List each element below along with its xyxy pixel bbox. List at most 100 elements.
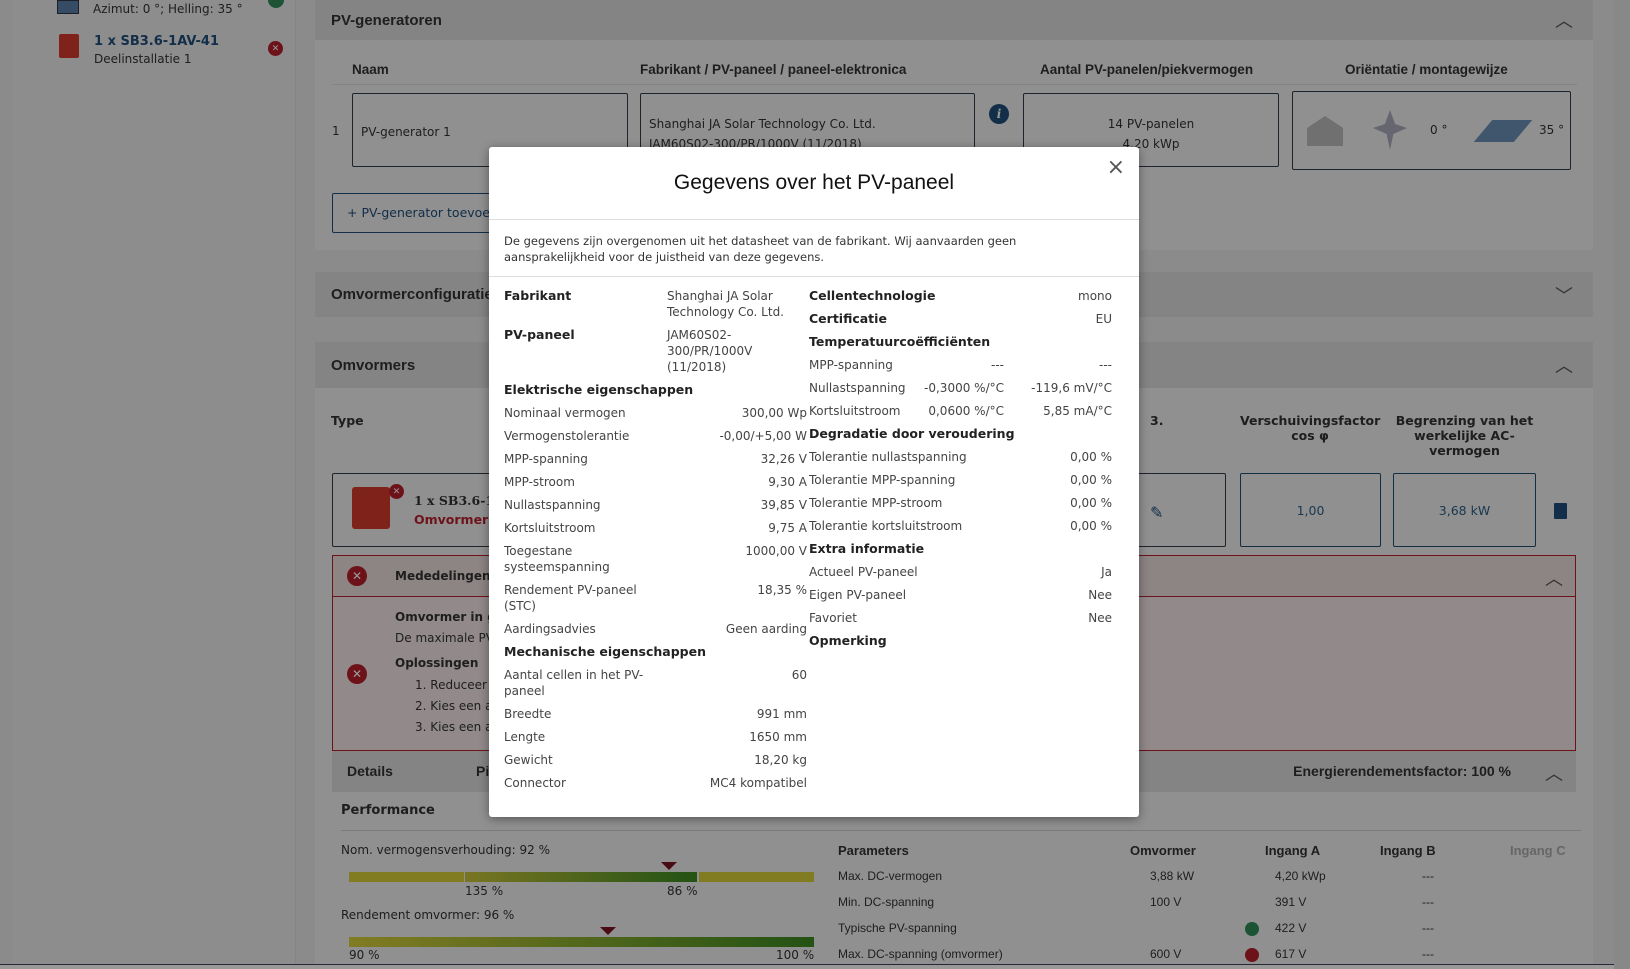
divider	[489, 219, 1139, 220]
row-label: Tolerantie MPP-spanning	[809, 473, 956, 487]
data-row: Kortsluitstroom 9,75 A	[504, 520, 807, 536]
label: Cellentechnologie	[809, 288, 936, 303]
row-value: 60	[791, 668, 807, 682]
row-value: 0,00 %	[1070, 473, 1112, 487]
row-label: Connector	[504, 776, 566, 790]
row-label: Gewicht	[504, 753, 553, 767]
row-label: MPP-stroom	[504, 475, 575, 489]
row-label: MPP-spanning	[504, 452, 588, 466]
row-value: MC4 kompatibel	[709, 776, 807, 790]
value: JAM60S02- 300/PR/1000V (11/2018)	[667, 328, 753, 374]
row-value: 18,35 %	[757, 583, 807, 597]
temp-cell: Kortsluitstroom	[809, 404, 901, 418]
row-label: Kortsluitstroom	[504, 521, 596, 535]
scrollbar[interactable]	[1614, 0, 1630, 969]
close-icon[interactable]: ×	[1107, 155, 1125, 180]
row-label: Rendement PV-paneel (STC)	[504, 583, 637, 613]
temp-cell: ---	[1099, 358, 1112, 372]
row-label: Vermogenstolerantie	[504, 429, 630, 443]
data-row: Favoriet Nee	[809, 610, 1112, 626]
remark-title: Opmerking	[809, 633, 887, 648]
data-row: Tolerantie kortsluitstroom 0,00 %	[809, 518, 1112, 534]
data-row: Tolerantie nullastspanning 0,00 %	[809, 449, 1112, 465]
temp-cell: 5,85 mA/°C	[1043, 404, 1112, 418]
data-row: Nominaal vermogen 300,00 Wp	[504, 405, 807, 421]
row-value: 0,00 %	[1070, 496, 1112, 510]
temp-list: MPP-spanning --- --- Nullastspanning -0,3000…	[809, 357, 1112, 419]
data-row: MPP-spanning 32,26 V	[504, 451, 807, 467]
row-label: Breedte	[504, 707, 552, 721]
data-row: Aardingsadvies Geen aarding	[504, 621, 807, 637]
degradation-title: Degradatie door veroudering	[809, 426, 1015, 441]
row-value: 0,00 %	[1070, 450, 1112, 464]
temp-cell: ---	[991, 358, 1004, 372]
mechanical-list: Aantal cellen in het PV-paneel 60 Breedte 9…	[504, 667, 807, 791]
data-row: Vermogenstolerantie -0,00/+5,00 W	[504, 428, 807, 444]
dialog-title: Gegevens over het PV-paneel	[673, 171, 955, 194]
row-label: Lengte	[504, 730, 546, 744]
row-value: 991 mm	[756, 707, 807, 721]
row-value: Ja	[1101, 565, 1112, 579]
value: mono	[1078, 289, 1112, 303]
panel-data-dialog: Gegevens over het PV-paneel × De gegeven…	[489, 147, 1139, 817]
temp-cell: MPP-spanning	[809, 358, 893, 372]
label: Fabrikant	[504, 288, 572, 303]
data-row: Tolerantie MPP-spanning 0,00 %	[809, 472, 1112, 488]
row-value: 1650 mm	[749, 730, 807, 744]
data-row: Gewicht 18,20 kg	[504, 752, 807, 768]
extra-title: Extra informatie	[809, 541, 925, 556]
label: Certificatie	[809, 311, 887, 326]
temp-row: MPP-spanning --- ---	[809, 357, 1112, 373]
row-label: Tolerantie MPP-stroom	[809, 496, 943, 510]
data-row: Toegestane systeemspanning 1000,00 V	[504, 543, 807, 575]
temp-cell: -119,6 mV/°C	[1031, 381, 1112, 395]
degradation-list: Tolerantie nullastspanning 0,00 % Tolerant…	[809, 449, 1112, 534]
row-value: 18,20 kg	[754, 753, 807, 767]
data-row: Aantal cellen in het PV-paneel 60	[504, 667, 807, 699]
certification-row: Certificatie EU	[809, 311, 1112, 327]
row-label: Nullastspanning	[504, 498, 601, 512]
divider	[489, 276, 1139, 277]
data-row: Eigen PV-paneel Nee	[809, 587, 1112, 603]
temp-row: Nullastspanning -0,3000 %/°C -119,6 mV/°C	[809, 380, 1112, 396]
row-label: Favoriet	[809, 611, 857, 625]
row-label: Tolerantie kortsluitstroom	[809, 519, 963, 533]
temp-title: Temperatuurcoëfficiënten	[809, 334, 991, 349]
row-label: Aardingsadvies	[504, 622, 596, 636]
row-label: Tolerantie nullastspanning	[809, 450, 967, 464]
data-row: Rendement PV-paneel (STC) 18,35 %	[504, 582, 807, 614]
value: Shanghai JA Solar Technology Co. Ltd.	[667, 289, 784, 319]
row-label: Actueel PV-paneel	[809, 565, 918, 579]
row-label: Eigen PV-paneel	[809, 588, 907, 602]
row-label: Toegestane systeemspanning	[504, 544, 610, 574]
row-value: Nee	[1088, 588, 1112, 602]
data-row: Actueel PV-paneel Ja	[809, 564, 1112, 580]
row-value: 300,00 Wp	[741, 406, 807, 420]
panel-row: PV-paneel JAM60S02- 300/PR/1000V (11/2018)	[504, 327, 807, 375]
right-column: Cellentechnologie mono Certificatie EU Tem…	[809, 288, 1112, 656]
row-value: Geen aarding	[725, 622, 807, 636]
temp-row: Kortsluitstroom 0,0600 %/°C 5,85 mA/°C	[809, 403, 1112, 419]
data-row: MPP-stroom 9,30 A	[504, 474, 807, 490]
row-label: Nominaal vermogen	[504, 406, 626, 420]
cell-tech-row: Cellentechnologie mono	[809, 288, 1112, 304]
electrical-title: Elektrische eigenschappen	[504, 382, 694, 397]
temp-cell: 0,0600 %/°C	[928, 404, 1004, 418]
mechanical-title: Mechanische eigenschappen	[504, 644, 706, 659]
data-row: Breedte 991 mm	[504, 706, 807, 722]
row-value: 32,26 V	[760, 452, 807, 466]
data-row: Connector MC4 kompatibel	[504, 775, 807, 791]
row-value: 0,00 %	[1070, 519, 1112, 533]
row-value: 9,30 A	[768, 475, 807, 489]
row-value: Nee	[1088, 611, 1112, 625]
label: PV-paneel	[504, 327, 575, 342]
manufacturer-row: Fabrikant Shanghai JA Solar Technology Co…	[504, 288, 807, 320]
data-row: Tolerantie MPP-stroom 0,00 %	[809, 495, 1112, 511]
disclaimer: De gegevens zijn overgenomen uit het dat…	[504, 234, 1017, 264]
temp-cell: -0,3000 %/°C	[924, 381, 1004, 395]
extra-list: Actueel PV-paneel Ja Eigen PV-paneel Nee Fav…	[809, 564, 1112, 626]
row-value: 39,85 V	[760, 498, 807, 512]
left-column: Fabrikant Shanghai JA Solar Technology Co…	[504, 288, 807, 798]
data-row: Lengte 1650 mm	[504, 729, 807, 745]
row-value: -0,00/+5,00 W	[719, 429, 807, 443]
